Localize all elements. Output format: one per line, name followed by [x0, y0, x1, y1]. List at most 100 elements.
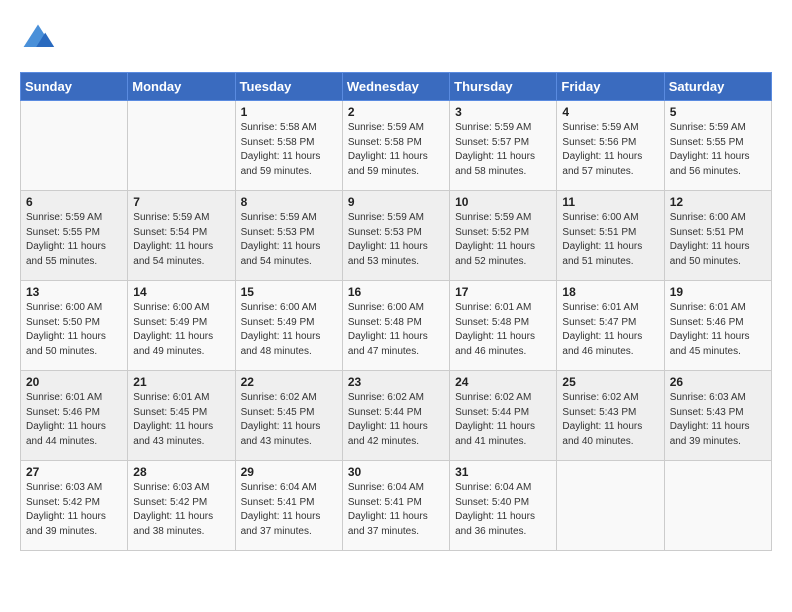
day-cell — [664, 461, 771, 551]
day-number: 17 — [455, 285, 551, 299]
day-cell: 18Sunrise: 6:01 AM Sunset: 5:47 PM Dayli… — [557, 281, 664, 371]
day-info: Sunrise: 6:02 AM Sunset: 5:44 PM Dayligh… — [455, 391, 551, 449]
day-number: 4 — [562, 105, 658, 119]
day-cell: 7 Sunrise: 5:59 AM Sunset: 5:54 PM Daylig… — [128, 191, 235, 281]
day-cell: 30 Sunrise: 6:04 AM Sunset: 5:41 PM Dayli… — [342, 461, 449, 551]
day-info: Sunrise: 5:59 AM Sunset: 5:54 PM Dayligh… — [133, 211, 229, 269]
day-cell: 9Sunrise: 5:59 AM Sunset: 5:53 PM Daylig… — [342, 191, 449, 281]
day-number: 2 — [348, 105, 444, 119]
day-number: 26 — [670, 375, 766, 389]
day-number: 25 — [562, 375, 658, 389]
day-number: 19 — [670, 285, 766, 299]
day-cell: 11Sunrise: 6:00 AM Sunset: 5:51 PM Dayli… — [557, 191, 664, 281]
logo — [20, 20, 60, 56]
day-info: Sunrise: 5:59 AM Sunset: 5:55 PM Dayligh… — [670, 121, 766, 179]
day-info: Sunrise: 6:01 AM Sunset: 5:46 PM Dayligh… — [670, 301, 766, 359]
day-cell: 4Sunrise: 5:59 AM Sunset: 5:56 PM Daylig… — [557, 101, 664, 191]
day-cell: 22Sunrise: 6:02 AM Sunset: 5:45 PM Dayli… — [235, 371, 342, 461]
day-number: 21 — [133, 375, 229, 389]
day-info: Sunrise: 5:59 AM Sunset: 5:53 PM Dayligh… — [348, 211, 444, 269]
day-cell: 16Sunrise: 6:00 AM Sunset: 5:48 PM Dayli… — [342, 281, 449, 371]
day-cell: 24 Sunrise: 6:02 AM Sunset: 5:44 PM Dayli… — [450, 371, 557, 461]
day-info: Sunrise: 5:59 AM Sunset: 5:53 PM Dayligh… — [241, 211, 337, 269]
day-cell — [557, 461, 664, 551]
day-number: 3 — [455, 105, 551, 119]
day-info: Sunrise: 6:04 AM Sunset: 5:40 PM Dayligh… — [455, 481, 551, 539]
day-header-wednesday: Wednesday — [342, 73, 449, 101]
week-row-2: 6 Sunrise: 5:59 AM Sunset: 5:55 PM Daylig… — [21, 191, 772, 281]
page-header — [20, 20, 772, 56]
day-number: 18 — [562, 285, 658, 299]
day-cell: 20 Sunrise: 6:01 AM Sunset: 5:46 PM Dayli… — [21, 371, 128, 461]
day-cell: 25 Sunrise: 6:02 AM Sunset: 5:43 PM Dayli… — [557, 371, 664, 461]
day-info: Sunrise: 5:59 AM Sunset: 5:58 PM Dayligh… — [348, 121, 444, 179]
week-row-4: 20 Sunrise: 6:01 AM Sunset: 5:46 PM Dayli… — [21, 371, 772, 461]
calendar-body: 1Sunrise: 5:58 AM Sunset: 5:58 PM Daylig… — [21, 101, 772, 551]
day-cell: 5 Sunrise: 5:59 AM Sunset: 5:55 PM Daylig… — [664, 101, 771, 191]
day-cell: 15 Sunrise: 6:00 AM Sunset: 5:49 PM Dayli… — [235, 281, 342, 371]
day-number: 27 — [26, 465, 122, 479]
days-of-week-row: SundayMondayTuesdayWednesdayThursdayFrid… — [21, 73, 772, 101]
day-number: 30 — [348, 465, 444, 479]
day-number: 13 — [26, 285, 122, 299]
day-info: Sunrise: 6:01 AM Sunset: 5:45 PM Dayligh… — [133, 391, 229, 449]
day-cell: 14Sunrise: 6:00 AM Sunset: 5:49 PM Dayli… — [128, 281, 235, 371]
day-number: 29 — [241, 465, 337, 479]
day-header-saturday: Saturday — [664, 73, 771, 101]
calendar-header: SundayMondayTuesdayWednesdayThursdayFrid… — [21, 73, 772, 101]
day-info: Sunrise: 5:58 AM Sunset: 5:58 PM Dayligh… — [241, 121, 337, 179]
day-cell: 21 Sunrise: 6:01 AM Sunset: 5:45 PM Dayli… — [128, 371, 235, 461]
day-info: Sunrise: 6:00 AM Sunset: 5:49 PM Dayligh… — [241, 301, 337, 359]
day-number: 12 — [670, 195, 766, 209]
day-cell: 10 Sunrise: 5:59 AM Sunset: 5:52 PM Dayli… — [450, 191, 557, 281]
day-header-friday: Friday — [557, 73, 664, 101]
day-info: Sunrise: 6:01 AM Sunset: 5:46 PM Dayligh… — [26, 391, 122, 449]
week-row-1: 1Sunrise: 5:58 AM Sunset: 5:58 PM Daylig… — [21, 101, 772, 191]
calendar-table: SundayMondayTuesdayWednesdayThursdayFrid… — [20, 72, 772, 551]
day-cell: 2 Sunrise: 5:59 AM Sunset: 5:58 PM Daylig… — [342, 101, 449, 191]
week-row-5: 27 Sunrise: 6:03 AM Sunset: 5:42 PM Dayli… — [21, 461, 772, 551]
day-info: Sunrise: 6:03 AM Sunset: 5:42 PM Dayligh… — [26, 481, 122, 539]
day-header-monday: Monday — [128, 73, 235, 101]
day-cell: 29 Sunrise: 6:04 AM Sunset: 5:41 PM Dayli… — [235, 461, 342, 551]
day-number: 24 — [455, 375, 551, 389]
day-info: Sunrise: 6:00 AM Sunset: 5:48 PM Dayligh… — [348, 301, 444, 359]
day-header-tuesday: Tuesday — [235, 73, 342, 101]
day-cell: 28Sunrise: 6:03 AM Sunset: 5:42 PM Dayli… — [128, 461, 235, 551]
logo-icon — [20, 20, 56, 56]
day-number: 5 — [670, 105, 766, 119]
day-cell: 6 Sunrise: 5:59 AM Sunset: 5:55 PM Daylig… — [21, 191, 128, 281]
day-cell: 31Sunrise: 6:04 AM Sunset: 5:40 PM Dayli… — [450, 461, 557, 551]
day-cell: 23 Sunrise: 6:02 AM Sunset: 5:44 PM Dayli… — [342, 371, 449, 461]
day-header-sunday: Sunday — [21, 73, 128, 101]
day-number: 15 — [241, 285, 337, 299]
day-cell — [128, 101, 235, 191]
day-cell: 3 Sunrise: 5:59 AM Sunset: 5:57 PM Daylig… — [450, 101, 557, 191]
day-info: Sunrise: 6:02 AM Sunset: 5:43 PM Dayligh… — [562, 391, 658, 449]
day-info: Sunrise: 5:59 AM Sunset: 5:55 PM Dayligh… — [26, 211, 122, 269]
day-info: Sunrise: 6:04 AM Sunset: 5:41 PM Dayligh… — [348, 481, 444, 539]
day-cell: 8Sunrise: 5:59 AM Sunset: 5:53 PM Daylig… — [235, 191, 342, 281]
day-info: Sunrise: 6:01 AM Sunset: 5:48 PM Dayligh… — [455, 301, 551, 359]
day-cell — [21, 101, 128, 191]
day-info: Sunrise: 6:03 AM Sunset: 5:43 PM Dayligh… — [670, 391, 766, 449]
day-info: Sunrise: 5:59 AM Sunset: 5:52 PM Dayligh… — [455, 211, 551, 269]
day-info: Sunrise: 5:59 AM Sunset: 5:57 PM Dayligh… — [455, 121, 551, 179]
day-info: Sunrise: 6:00 AM Sunset: 5:50 PM Dayligh… — [26, 301, 122, 359]
day-number: 11 — [562, 195, 658, 209]
day-number: 10 — [455, 195, 551, 209]
day-cell: 27 Sunrise: 6:03 AM Sunset: 5:42 PM Dayli… — [21, 461, 128, 551]
day-number: 23 — [348, 375, 444, 389]
day-number: 20 — [26, 375, 122, 389]
day-info: Sunrise: 6:00 AM Sunset: 5:51 PM Dayligh… — [670, 211, 766, 269]
day-number: 14 — [133, 285, 229, 299]
day-header-thursday: Thursday — [450, 73, 557, 101]
day-number: 7 — [133, 195, 229, 209]
day-number: 6 — [26, 195, 122, 209]
day-info: Sunrise: 6:02 AM Sunset: 5:44 PM Dayligh… — [348, 391, 444, 449]
day-cell: 1Sunrise: 5:58 AM Sunset: 5:58 PM Daylig… — [235, 101, 342, 191]
day-cell: 12 Sunrise: 6:00 AM Sunset: 5:51 PM Dayli… — [664, 191, 771, 281]
day-info: Sunrise: 6:04 AM Sunset: 5:41 PM Dayligh… — [241, 481, 337, 539]
day-cell: 26 Sunrise: 6:03 AM Sunset: 5:43 PM Dayli… — [664, 371, 771, 461]
day-info: Sunrise: 6:02 AM Sunset: 5:45 PM Dayligh… — [241, 391, 337, 449]
